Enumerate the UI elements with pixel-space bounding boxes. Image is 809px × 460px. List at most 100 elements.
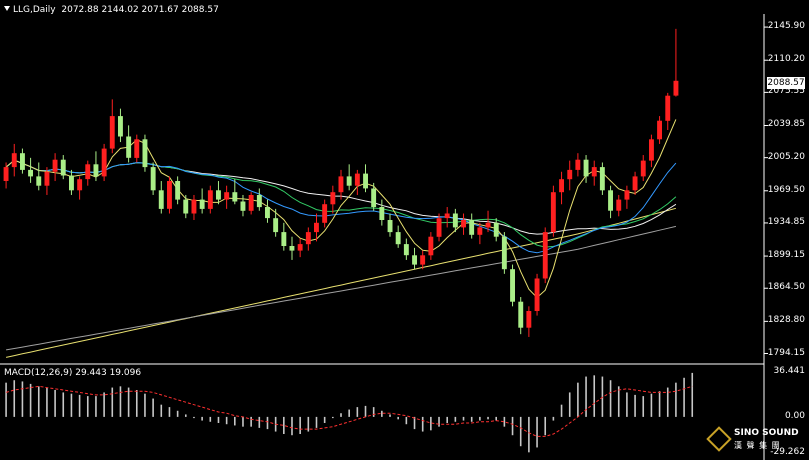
candle-body: [657, 120, 662, 140]
candle-body: [510, 269, 515, 302]
candle-body: [469, 220, 475, 235]
candle-body: [52, 159, 58, 172]
candle-body: [36, 176, 42, 186]
price-tick-label: 2145.90: [767, 21, 805, 32]
candle-body: [665, 95, 671, 121]
candle-body: [616, 199, 622, 211]
candle-body: [354, 173, 360, 186]
candle-body: [444, 213, 450, 219]
candle-body: [501, 236, 507, 270]
candle-body: [297, 244, 303, 251]
sino-sound-logo: SINO SOUND 漢 聲 集 團: [706, 424, 806, 456]
candle-body: [289, 246, 295, 251]
macd-tick-label: 36.441: [773, 366, 806, 377]
candle-body: [518, 301, 524, 328]
candle-body: [649, 139, 654, 161]
candle-body: [314, 222, 319, 233]
candle-body: [183, 199, 189, 214]
candle-body: [632, 176, 638, 191]
price-tick-label: 2005.20: [767, 151, 805, 162]
candle-body: [673, 80, 679, 96]
price-tick-label: 1934.85: [767, 216, 805, 227]
candle-body: [624, 190, 630, 200]
candle-body: [77, 179, 83, 191]
candle-body: [93, 164, 99, 177]
candle-body: [550, 192, 556, 233]
price-tick-label: 1899.15: [767, 250, 805, 261]
diamond-logo-icon: [706, 426, 732, 452]
candle-body: [175, 181, 181, 200]
candle-body: [534, 278, 540, 311]
candle-body: [134, 139, 140, 158]
candle-body: [44, 171, 50, 186]
candle-body: [379, 207, 385, 220]
candle-body: [142, 139, 148, 168]
candle-body: [436, 218, 442, 237]
candle-body: [216, 190, 221, 200]
candle-body: [126, 136, 132, 158]
candle-body: [322, 204, 328, 223]
candle-body: [583, 159, 589, 177]
candle-body: [248, 195, 254, 211]
candle-body: [150, 167, 156, 191]
candle-body: [338, 176, 344, 193]
candle-body: [256, 195, 262, 208]
ohlc-values: 2072.88 2144.02 2071.67 2088.57: [61, 5, 219, 15]
candle-body: [85, 164, 91, 180]
candle-body: [199, 199, 205, 209]
candle-body: [20, 153, 25, 170]
candle-body: [485, 222, 491, 228]
ma-long-yellow-line: [5, 207, 677, 358]
logo-chinese: 漢 聲 集 團: [734, 441, 781, 450]
candle-body: [11, 153, 17, 168]
candle-body: [591, 167, 597, 177]
candle-body: [575, 159, 581, 170]
price-tick-label: 2110.20: [767, 54, 805, 65]
candle-body: [3, 167, 9, 181]
candle-body: [60, 159, 66, 176]
price-tick-label: 2039.85: [767, 119, 805, 130]
macd-tick-label: 0.00: [784, 410, 805, 421]
current-price-tag: 2088.57: [767, 77, 805, 89]
candle-body: [428, 236, 434, 256]
dropdown-triangle-icon[interactable]: [4, 6, 10, 11]
candle-body: [158, 190, 164, 209]
price-tick-label: 1969.50: [767, 184, 805, 195]
candle-body: [640, 160, 646, 177]
chart-terminal[interactable]: LLG,Daily 2072.88 2144.02 2071.67 2088.5…: [0, 0, 809, 460]
candle-body: [281, 232, 287, 246]
candle-body: [461, 220, 466, 228]
candle-body: [346, 176, 352, 186]
logo-brand: SINO SOUND: [734, 428, 799, 438]
candle-body: [395, 232, 401, 245]
candle-body: [412, 255, 417, 265]
candle-body: [363, 173, 368, 189]
candle-body: [265, 207, 270, 219]
candle-body: [403, 244, 409, 256]
candle-body: [452, 213, 458, 228]
ma-fast-yellow-line: [5, 119, 677, 299]
candle-body: [240, 201, 246, 211]
candle-body: [559, 179, 564, 193]
price-tick-label: 1864.50: [767, 282, 805, 293]
candlestick-chart[interactable]: [0, 0, 809, 460]
candle-body: [28, 169, 33, 177]
candle-body: [305, 232, 311, 245]
candle-body: [232, 192, 238, 202]
candle-body: [273, 218, 279, 233]
candle-body: [167, 181, 172, 209]
candle-body: [567, 169, 573, 180]
candle-body: [371, 188, 377, 208]
symbol-label: LLG,Daily: [13, 5, 56, 15]
candle-body: [224, 192, 230, 200]
candle-body: [191, 199, 197, 214]
candle-body: [207, 190, 213, 209]
candle-body: [69, 175, 74, 191]
candle-body: [420, 255, 426, 265]
candle-body: [101, 148, 107, 177]
candle-body: [109, 116, 115, 149]
price-tick-label: 1828.80: [767, 315, 805, 326]
candle-body: [387, 220, 393, 233]
chart-header: LLG,Daily 2072.88 2144.02 2071.67 2088.5…: [4, 5, 219, 15]
candle-body: [330, 192, 336, 205]
